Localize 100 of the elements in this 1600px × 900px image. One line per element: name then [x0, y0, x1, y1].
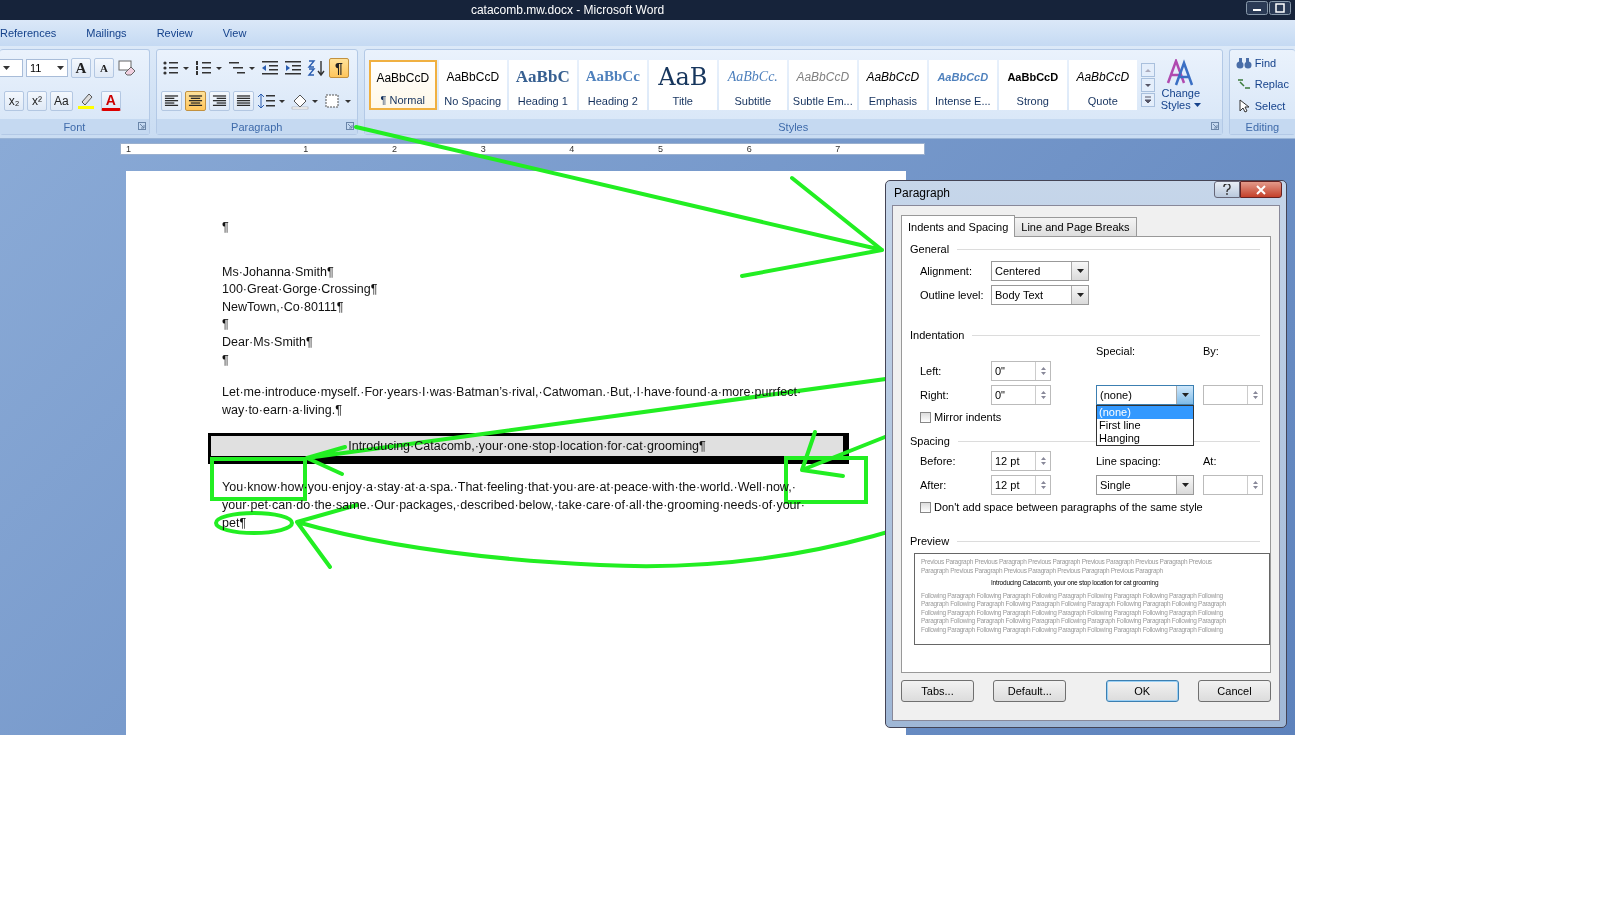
- align-center-button[interactable]: [184, 90, 206, 111]
- field-label: Alignment:: [920, 265, 973, 277]
- style-gallery-item[interactable]: AaBbCcD Emphasis: [858, 59, 927, 110]
- style-gallery-item[interactable]: AaB Title: [648, 59, 717, 110]
- ruler-number: 6: [746, 144, 753, 154]
- change-styles-button[interactable]: Change Styles: [1156, 58, 1205, 111]
- dialog-launcher-icon[interactable]: [345, 122, 354, 130]
- document-paragraph: ¶: [222, 316, 230, 334]
- letters-a-icon: [1165, 58, 1196, 87]
- dialog-launcher-icon[interactable]: [1210, 122, 1219, 130]
- section-heading: Preview: [910, 535, 950, 547]
- dropdown-option[interactable]: First line: [1097, 419, 1193, 432]
- dialog-button[interactable]: Default...: [993, 680, 1067, 702]
- numbering-icon[interactable]: [193, 59, 224, 78]
- spacing-before-spinner[interactable]: 12 pt: [991, 451, 1051, 471]
- style-gallery-item[interactable]: AaBbCcD No Spacing: [438, 59, 507, 110]
- font-name-dropdown[interactable]: [0, 59, 23, 78]
- ruler-number: 1: [303, 144, 310, 154]
- restore-icon[interactable]: [1269, 1, 1291, 15]
- section-heading: Spacing: [910, 435, 950, 447]
- alignment-dropdown[interactable]: Centered: [991, 261, 1089, 281]
- field-label: At:: [1203, 455, 1218, 467]
- group-label: Paragraph: [231, 120, 283, 133]
- special-dropdown[interactable]: (none): [1096, 385, 1194, 405]
- checkbox[interactable]: [920, 501, 931, 513]
- style-gallery-item[interactable]: AaBbCc Heading 2: [578, 59, 647, 110]
- style-gallery-item[interactable]: AaBbCcD ¶ Normal: [368, 59, 437, 110]
- show-marks-button[interactable]: ¶: [328, 58, 349, 79]
- scroll-down-icon[interactable]: [1140, 77, 1155, 92]
- dialog-launcher-icon[interactable]: [137, 122, 146, 130]
- shrink-font-button[interactable]: A: [94, 58, 114, 79]
- spinner-arrows-icon: [1251, 389, 1259, 401]
- style-gallery-item[interactable]: AaBbCcD Intense E...: [928, 59, 997, 110]
- checkbox[interactable]: [920, 411, 931, 423]
- document-paragraph: Dear·Ms·Smith¶: [222, 333, 314, 351]
- left-indent-spinner[interactable]: 0": [991, 361, 1051, 381]
- subscript-button[interactable]: x₂: [4, 90, 24, 111]
- caret-icon: [1193, 102, 1201, 107]
- right-indent-spinner[interactable]: 0": [991, 385, 1051, 405]
- increase-indent-icon[interactable]: [282, 59, 303, 78]
- dialog-tab[interactable]: Line and Page Breaks: [1014, 217, 1137, 236]
- help-button[interactable]: [1214, 181, 1240, 198]
- ribbon-tab[interactable]: Review: [156, 27, 193, 39]
- close-icon: [1256, 184, 1266, 195]
- grow-font-button[interactable]: A: [71, 58, 91, 79]
- line-spacing-icon[interactable]: [256, 91, 287, 110]
- style-gallery-item[interactable]: AaBbCcD Strong: [998, 59, 1067, 110]
- line-spacing-dropdown[interactable]: Single: [1096, 475, 1194, 495]
- change-case-button[interactable]: Aa: [50, 90, 73, 111]
- spinner-arrows-icon: [1039, 365, 1047, 377]
- dialog-tab[interactable]: Indents and Spacing: [901, 215, 1016, 237]
- style-gallery-item[interactable]: AaBbCcD Quote: [1068, 59, 1137, 110]
- minimize-icon[interactable]: [1246, 1, 1268, 15]
- field-label: Outline level:: [920, 289, 985, 301]
- align-right-button[interactable]: [208, 90, 230, 111]
- caret-icon: [1076, 269, 1084, 273]
- decrease-indent-icon[interactable]: [259, 59, 280, 78]
- group-label: Font: [63, 120, 86, 133]
- ribbon-tab[interactable]: View: [222, 27, 247, 39]
- font-size-dropdown[interactable]: 11: [26, 59, 68, 78]
- window-title: catacomb.mw.docx - Microsoft Word: [470, 3, 665, 17]
- spacing-after-spinner[interactable]: 12 pt: [991, 475, 1051, 495]
- field-label: Left:: [920, 365, 943, 377]
- dialog-button[interactable]: OK: [1105, 680, 1179, 702]
- find-button[interactable]: Find: [1235, 55, 1277, 70]
- align-lines-icon: [235, 93, 251, 108]
- ruler-number: 2: [392, 144, 398, 154]
- ruler-number: 1: [126, 144, 132, 154]
- more-icon[interactable]: [1140, 92, 1155, 107]
- style-gallery-item[interactable]: AaBbC Heading 1: [508, 59, 577, 110]
- dropdown-option[interactable]: Hanging: [1097, 432, 1193, 445]
- align-lines-icon: [163, 93, 179, 108]
- section-heading: Indentation: [910, 329, 965, 341]
- ruler-number: 3: [480, 144, 487, 154]
- question-mark-icon: [1223, 184, 1231, 195]
- style-gallery-item[interactable]: AaBbCcD Subtle Em...: [788, 59, 857, 110]
- section-heading: General: [910, 243, 950, 255]
- field-label: Line spacing:: [1096, 455, 1162, 467]
- select-button[interactable]: Select: [1235, 99, 1286, 114]
- align-left-button[interactable]: [160, 90, 182, 111]
- align-justify-button[interactable]: [232, 90, 254, 111]
- spinner-arrows-icon: [1039, 455, 1047, 467]
- dialog-title: Paragraph: [894, 186, 951, 200]
- align-lines-icon: [187, 93, 203, 108]
- field-label: By:: [1203, 345, 1220, 357]
- dialog-button[interactable]: Tabs...: [901, 680, 974, 702]
- replace-button[interactable]: Replac: [1235, 77, 1289, 92]
- sort-icon[interactable]: [305, 59, 326, 78]
- ribbon-tab[interactable]: Mailings: [86, 27, 127, 39]
- dialog-button[interactable]: Cancel: [1198, 680, 1271, 702]
- eraser-icon[interactable]: [117, 59, 137, 78]
- ribbon-tab[interactable]: References: [0, 27, 57, 39]
- superscript-button[interactable]: x²: [27, 90, 47, 111]
- document-paragraph: NewTown,·Co·80111¶: [222, 298, 345, 316]
- field-label: Before:: [920, 455, 957, 467]
- font-color-button[interactable]: A: [100, 90, 121, 111]
- style-gallery-item[interactable]: AaBbCc. Subtitle: [718, 59, 787, 110]
- outline-level-dropdown[interactable]: Body Text: [991, 285, 1089, 305]
- close-button[interactable]: [1240, 181, 1282, 198]
- group-label: Editing: [1245, 120, 1280, 133]
